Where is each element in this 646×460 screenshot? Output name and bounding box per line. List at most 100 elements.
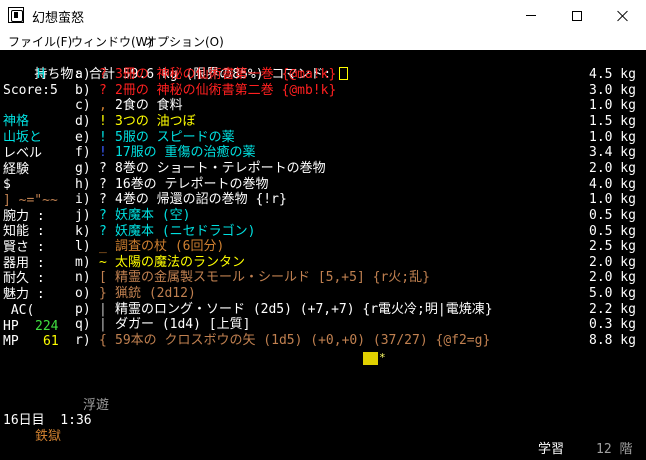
item-weight: 2.5 kg <box>589 239 636 255</box>
item-slot: i) <box>75 192 91 208</box>
inventory-item[interactable]: g)? 8巻の ショート・テレポートの巻物 2.0 kg <box>0 161 646 177</box>
inventory-item[interactable]: b)? 2冊の 神秘の仙術書第二巻 {@mb!k} 3.0 kg <box>0 83 646 99</box>
item-name: 59本の クロスボウの矢 (1d5) (+0,+0) (37/27) {@f2=… <box>115 333 491 349</box>
menu-file[interactable]: ファイル(F) <box>8 33 72 50</box>
item-symbol: | <box>99 301 107 317</box>
inventory-item[interactable]: e)! 5服の スピードの薬 1.0 kg <box>0 130 646 146</box>
item-name: 2冊の 神秘の仙術書第二巻 {@mb!k} <box>115 82 337 98</box>
item-name: 8巻の ショート・テレポートの巻物 <box>115 160 326 176</box>
item-weight: 5.0 kg <box>589 286 636 302</box>
inventory-item[interactable]: i)? 4巻の 帰還の詔の巻物 {!r} 1.0 kg <box>0 192 646 208</box>
item-weight: 1.0 kg <box>589 129 636 145</box>
item-symbol: , <box>99 98 107 114</box>
player-marker <box>363 350 386 366</box>
inventory-item[interactable]: a)? 3冊の 神秘の仙術書第一巻 {@ma!k} 4.5 kg <box>0 67 646 83</box>
item-name: 太陽の魔法のランタン <box>115 254 246 270</box>
item-symbol: ? <box>99 67 107 82</box>
maximize-button[interactable] <box>554 0 600 31</box>
item-name: 猟銃 (2d12) <box>115 286 196 302</box>
item-name: 17服の 重傷の治癒の薬 <box>115 145 256 161</box>
item-symbol: [ <box>99 270 107 286</box>
item-name: 4巻の 帰還の詔の巻物 {!r} <box>115 192 287 208</box>
item-name: 3冊の 神秘の仙術書第一巻 {@ma!k} <box>115 67 337 82</box>
item-weight: 3.4 kg <box>589 145 636 161</box>
item-slot: o) <box>75 286 91 302</box>
inventory-item[interactable]: m) ~ 太陽の魔法のランタン 2.0 kg <box>0 255 646 271</box>
inventory-item[interactable]: l) _ 調査の杖 (6回分) 2.5 kg <box>0 239 646 255</box>
item-slot: e) <box>75 129 91 145</box>
close-icon <box>617 10 629 22</box>
item-symbol: ! <box>99 145 107 161</box>
game-terminal[interactable]: 持ち物: 合計 59.6 kg (限界の85%) コマンド: H Score:5… <box>0 50 646 460</box>
item-name: 調査の杖 (6回分) <box>115 239 225 255</box>
inventory-item[interactable]: r) {59本の クロスボウの矢 (1d5) (+0,+0) (37/27) {@… <box>0 333 646 349</box>
item-slot: g) <box>75 160 91 176</box>
item-symbol: { <box>99 333 107 349</box>
terrain-status: 鉄獄 <box>35 429 62 444</box>
item-weight: 1.5 kg <box>589 113 636 129</box>
title-bar: 幻想蛮怒 <box>0 0 646 31</box>
item-slot: f) <box>75 145 91 161</box>
depth-status: 12 階 <box>596 442 633 457</box>
day-time: 16日目 1:36 <box>3 413 92 428</box>
minimize-button[interactable] <box>508 0 554 31</box>
item-name: ダガー (1d4) [上質] <box>115 317 251 333</box>
item-weight: 1.0 kg <box>589 192 636 208</box>
item-name: 精霊のロング・ソード (2d5) (+7,+7) {r電火冷;明|電焼凍} <box>115 301 493 317</box>
item-weight: 2.0 kg <box>589 254 636 270</box>
item-slot: q) <box>75 317 91 333</box>
item-slot: p) <box>75 301 91 317</box>
study-status: 学習 <box>538 442 565 457</box>
menu-bar: ファイル(F) ウィンドウ(W) オプション(O) <box>0 31 646 50</box>
item-weight: 8.8 kg <box>589 333 636 349</box>
item-symbol: ? <box>99 192 107 208</box>
item-weight: 4.5 kg <box>589 67 636 82</box>
item-slot: m) <box>75 254 91 270</box>
inventory-item[interactable]: k)? 妖魔本 (ニセドラゴン) 0.5 kg <box>0 224 646 240</box>
item-slot: l) <box>75 239 91 255</box>
inventory-item[interactable]: d)! 3つの 油つぼ 1.5 kg <box>0 114 646 130</box>
item-name: 16巻の テレポートの巻物 <box>115 176 269 192</box>
item-weight: 2.2 kg <box>589 301 636 317</box>
item-slot: h) <box>75 176 91 192</box>
item-weight: 0.5 kg <box>589 207 636 223</box>
item-slot: c) <box>75 98 91 114</box>
item-weight: 2.0 kg <box>589 160 636 176</box>
inventory-item[interactable]: c), 2食の 食料 1.0 kg <box>0 98 646 114</box>
inventory-item[interactable]: j)? 妖魔本 (空) 0.5 kg <box>0 208 646 224</box>
item-weight: 0.5 kg <box>589 223 636 239</box>
item-weight: 2.0 kg <box>589 270 636 286</box>
close-button[interactable] <box>600 0 646 31</box>
item-slot: a) <box>75 67 91 82</box>
item-symbol: ? <box>99 223 107 239</box>
item-slot: n) <box>75 270 91 286</box>
inventory-item[interactable]: o)} 猟銃 (2d12) 5.0 kg <box>0 286 646 302</box>
inventory-item[interactable]: h)? 16巻の テレポートの巻物 4.0 kg <box>0 177 646 193</box>
item-slot: j) <box>75 207 91 223</box>
item-symbol: | <box>99 317 107 333</box>
item-symbol: _ <box>99 239 107 255</box>
item-symbol: ? <box>99 82 107 98</box>
app-icon <box>8 7 24 23</box>
item-name: 精霊の金属製スモール・シールド [5,+5] {r火;乱} <box>115 270 430 286</box>
item-symbol: ! <box>99 113 107 129</box>
item-weight: 3.0 kg <box>589 82 636 98</box>
item-name: 5服の スピードの薬 <box>115 129 235 145</box>
item-name: 3つの 油つぼ <box>115 113 196 129</box>
inventory-item[interactable]: n) [ 精霊の金属製スモール・シールド [5,+5] {r火;乱} 2.0 kg <box>0 270 646 286</box>
item-symbol: ? <box>99 160 107 176</box>
item-symbol: ? <box>99 176 107 192</box>
inventory-item[interactable]: q) | ダガー (1d4) [上質] 0.3 kg <box>0 317 646 333</box>
inventory-header: 持ち物: 合計 59.6 kg (限界の85%) コマンド: <box>3 51 349 82</box>
menu-options[interactable]: オプション(O) <box>145 33 224 50</box>
item-slot: r) <box>75 333 91 349</box>
inventory-item[interactable]: p) | 精霊のロング・ソード (2d5) (+7,+7) {r電火冷;明|電焼凍}… <box>0 302 646 318</box>
item-name: 妖魔本 (ニセドラゴン) <box>115 223 256 239</box>
maximize-icon <box>572 10 582 21</box>
window-title: 幻想蛮怒 <box>32 11 85 26</box>
menu-window[interactable]: ウィンドウ(W) <box>71 33 152 50</box>
item-slot: d) <box>75 113 91 129</box>
item-weight: 1.0 kg <box>589 98 636 114</box>
inventory-item[interactable]: f)! 17服の 重傷の治癒の薬 3.4 kg <box>0 145 646 161</box>
item-symbol: ? <box>99 207 107 223</box>
